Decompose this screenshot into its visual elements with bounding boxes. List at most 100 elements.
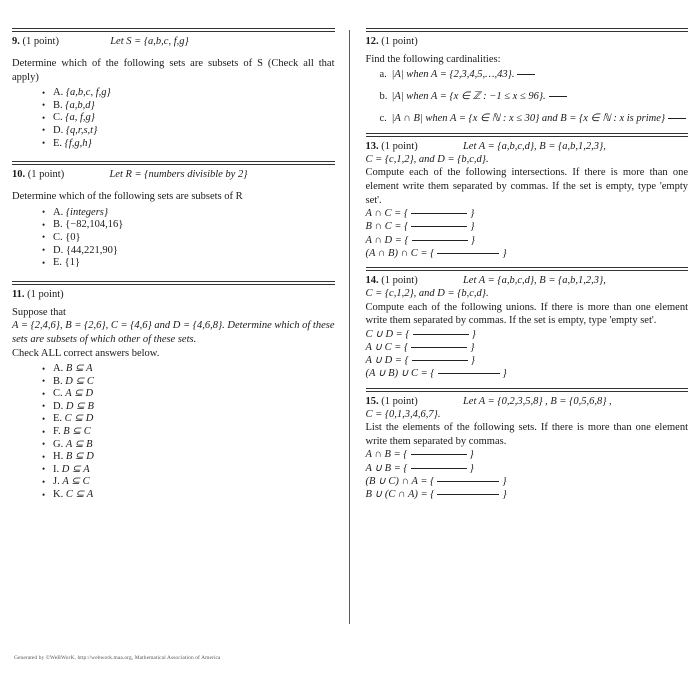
answer-blank[interactable] bbox=[411, 226, 468, 228]
option-item[interactable]: C. {a, f,g} bbox=[42, 112, 335, 125]
answer-blank[interactable] bbox=[437, 373, 500, 375]
problem-12-prompt: Find the following cardinalities: bbox=[365, 54, 501, 65]
option-item[interactable]: C. {0} bbox=[42, 231, 335, 245]
equation-row: (A ∪ B) ∪ C = {} bbox=[365, 368, 507, 380]
option-item[interactable]: J. A ⊆ C bbox=[42, 476, 335, 489]
option-item[interactable]: D. {44,221,90} bbox=[42, 244, 335, 258]
problem-9-head-math: Let S = {a,b,c, f,g} bbox=[110, 36, 189, 47]
option-text: C ⊆ A bbox=[65, 489, 94, 501]
option-item[interactable]: A. {integers} bbox=[42, 206, 335, 220]
option-item[interactable]: H. B ⊆ D bbox=[42, 451, 335, 464]
option-item[interactable]: B. {a,b,d} bbox=[42, 99, 335, 113]
option-label: A. bbox=[53, 363, 64, 375]
problem-13: 13. (1 point) Let A = {a,b,c,d}, B = {a,… bbox=[366, 140, 689, 260]
answer-blank[interactable] bbox=[437, 480, 500, 482]
problem-separator-rule bbox=[12, 28, 335, 32]
option-label: H. bbox=[53, 451, 64, 463]
option-label: B. bbox=[53, 219, 63, 231]
problem-13-number: 13. bbox=[365, 140, 379, 152]
option-label: J. bbox=[53, 476, 60, 488]
option-item[interactable]: E. C ⊆ D bbox=[42, 413, 335, 426]
option-item[interactable]: B. D ⊆ C bbox=[42, 375, 335, 389]
option-text: {integers} bbox=[65, 206, 109, 218]
problem-12-header: 12. (1 point) bbox=[366, 35, 689, 48]
option-label: F. bbox=[53, 426, 61, 438]
option-item[interactable]: A. {a,b,c, f,g} bbox=[42, 87, 335, 100]
equation-row: A ∪ C = {} bbox=[365, 341, 475, 353]
answer-blank[interactable] bbox=[412, 333, 469, 335]
equation-label: (A ∪ B) ∪ C = { bbox=[365, 368, 435, 380]
option-item[interactable]: D. D ⊆ B bbox=[42, 400, 335, 414]
answer-blank[interactable] bbox=[411, 360, 468, 362]
equation-label: A ∪ B = { bbox=[365, 462, 408, 474]
problem-15-number: 15. bbox=[365, 395, 379, 407]
option-item[interactable]: E. {1} bbox=[42, 257, 335, 270]
option-text: {44,221,90} bbox=[65, 244, 118, 256]
problem-14: 14. (1 point) Let A = {a,b,c,d}, B = {a,… bbox=[366, 274, 689, 381]
option-label: B. bbox=[53, 375, 63, 387]
problem-14-number: 14. bbox=[365, 275, 379, 286]
problem-13-header: 13. (1 point) Let A = {a,b,c,d}, B = {a,… bbox=[366, 140, 689, 153]
problem-11-header: 11. (1 point) bbox=[12, 288, 335, 301]
problem-10-points: (1 point) bbox=[27, 169, 65, 181]
answer-blank[interactable] bbox=[410, 467, 467, 469]
option-item[interactable]: G. A ⊆ B bbox=[42, 438, 335, 452]
option-item[interactable]: E. {f,g,h} bbox=[42, 137, 335, 151]
problem-9-number: 9. bbox=[12, 36, 20, 47]
equation-row: B ∩ C = {} bbox=[365, 221, 475, 233]
option-text: B ⊆ A bbox=[65, 363, 93, 375]
option-label: I. bbox=[53, 463, 60, 475]
answer-blank[interactable] bbox=[517, 73, 536, 75]
part-label: a. bbox=[379, 68, 387, 80]
problem-separator-rule bbox=[365, 28, 688, 32]
answer-blank[interactable] bbox=[668, 118, 687, 120]
equation-label: A ∩ B = { bbox=[365, 449, 408, 461]
option-item[interactable]: K. C ⊆ A bbox=[42, 489, 335, 502]
option-text: {−82,104,16} bbox=[65, 219, 124, 231]
equation-label: (B ∪ C) ∩ A = { bbox=[365, 475, 435, 487]
problem-12-parts: a. |A| when A = {2,3,4,5,…,43}. b. |A| w… bbox=[366, 68, 689, 126]
option-item[interactable]: A. B ⊆ A bbox=[42, 363, 335, 376]
answer-blank[interactable] bbox=[437, 252, 500, 254]
equation-row: B ∪ (C ∩ A) = {} bbox=[365, 488, 507, 500]
answer-blank[interactable] bbox=[548, 96, 567, 97]
problem-10-prompt: Determine which of the following sets ar… bbox=[12, 191, 243, 203]
problem-9-prompt: Determine which of the following sets ar… bbox=[12, 58, 335, 83]
answer-blank[interactable] bbox=[437, 493, 500, 495]
answer-blank[interactable] bbox=[411, 213, 468, 215]
problem-10-header: 10. (1 point) Let R = {numbers divisible… bbox=[12, 168, 335, 181]
answer-blank[interactable] bbox=[411, 239, 468, 241]
problem-12-number: 12. bbox=[365, 36, 379, 47]
equation-row: (B ∪ C) ∩ A = {} bbox=[365, 475, 507, 487]
option-label: C. bbox=[53, 231, 63, 243]
right-column: 12. (1 point) Find the following cardina… bbox=[365, 28, 689, 628]
problem-10-head-math: Let R = {numbers divisible by 2} bbox=[109, 169, 248, 181]
part-item: b. |A| when A = {x ∈ ℤ : −1 ≤ x ≤ 96}. bbox=[380, 90, 689, 103]
column-divider bbox=[348, 30, 350, 624]
option-item[interactable]: C. A ⊆ D bbox=[42, 388, 335, 401]
answer-blank[interactable] bbox=[410, 454, 467, 456]
option-item[interactable]: F. B ⊆ C bbox=[42, 426, 335, 439]
option-label: E. bbox=[53, 413, 63, 425]
option-label: D. bbox=[53, 400, 64, 412]
answer-blank[interactable] bbox=[411, 346, 468, 348]
problem-13-points: (1 point) bbox=[381, 140, 418, 152]
option-item[interactable]: D. {q,r,s,t} bbox=[42, 124, 335, 138]
problem-13-head-math: Let A = {a,b,c,d}, B = {a,b,1,2,3}, bbox=[462, 140, 606, 152]
option-item[interactable]: B. {−82,104,16} bbox=[42, 219, 335, 232]
problem-11: 11. (1 point) Suppose that A = {2,4,6}, … bbox=[12, 288, 335, 502]
option-label: E. bbox=[53, 257, 63, 269]
problem-separator-rule bbox=[365, 132, 688, 137]
problem-14-prompt: Compute each of the following unions. If… bbox=[365, 301, 689, 327]
part-text: |A ∩ B| when A = {x ∈ ℕ : x ≤ 30} and B … bbox=[391, 113, 666, 125]
problem-11-points: (1 point) bbox=[27, 288, 64, 300]
problem-15-line2: C = {0,1,3,4,6,7}. bbox=[365, 408, 441, 420]
option-item[interactable]: I. D ⊆ A bbox=[42, 463, 335, 477]
problem-10-number: 10. bbox=[12, 169, 26, 181]
problem-15-header: 15. (1 point) Let A = {0,2,3,5,8} , B = … bbox=[366, 395, 689, 408]
problem-9: 9. (1 point) Let S = {a,b,c, f,g} Determ… bbox=[12, 35, 335, 150]
equation-label: (A ∩ B) ∩ C = { bbox=[365, 247, 435, 259]
option-label: E. bbox=[53, 137, 63, 149]
equation-label: A ∩ D = { bbox=[365, 234, 409, 246]
option-text: A ⊆ D bbox=[65, 388, 94, 400]
